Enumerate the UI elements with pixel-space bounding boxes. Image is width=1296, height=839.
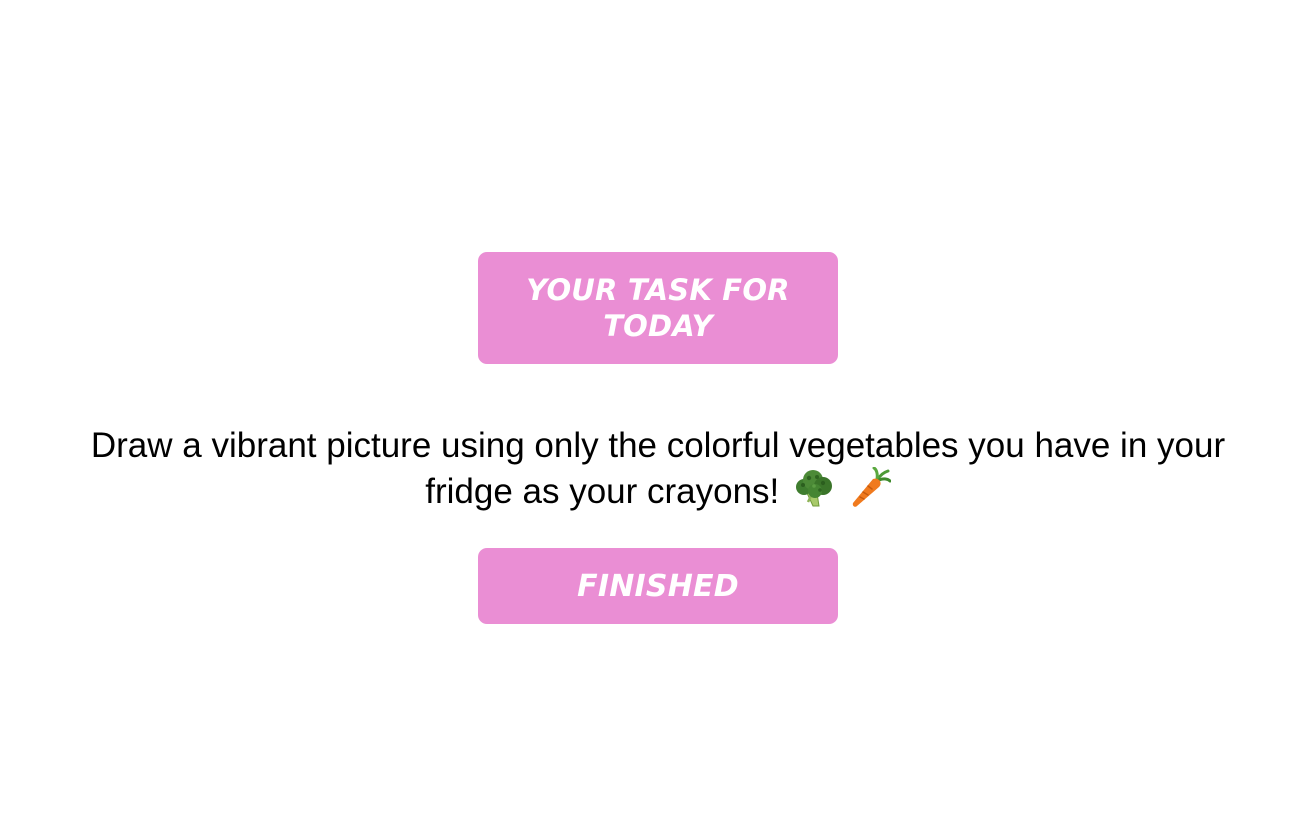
task-description-text: Draw a vibrant picture using only the co… — [90, 426, 1226, 511]
finished-button-label: FINISHED — [577, 568, 739, 604]
carrot-icon — [849, 466, 892, 519]
finished-button[interactable]: FINISHED — [478, 548, 838, 624]
task-description-block: Draw a vibrant picture using only the co… — [90, 424, 1226, 519]
broccoli-icon — [793, 467, 835, 519]
task-title-badge: YOUR TASK FOR TODAY — [478, 252, 838, 364]
task-title: YOUR TASK FOR TODAY — [526, 273, 790, 343]
task-page: YOUR TASK FOR TODAY Draw a vibrant pictu… — [0, 0, 1296, 839]
